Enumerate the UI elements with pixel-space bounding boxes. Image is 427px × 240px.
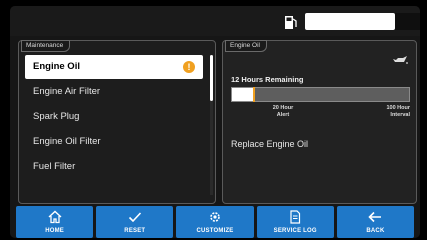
service-action: Replace Engine Oil xyxy=(231,139,309,149)
status-bar xyxy=(10,6,420,36)
list-item-label: Fuel Filter xyxy=(33,161,76,172)
service-log-button[interactable]: SERVICE LOG xyxy=(256,206,334,238)
progress-fill xyxy=(232,88,253,101)
detail-panel: Engine Oil 12 Hours Remaining 20 Hour Al… xyxy=(222,40,417,204)
list-item-label: Spark Plug xyxy=(33,111,80,122)
display-screen: Maintenance Engine Oil ! Engine Air Filt… xyxy=(10,6,420,238)
alert-threshold-text: Alert xyxy=(276,111,290,118)
fuel-level-field xyxy=(305,13,395,30)
back-button[interactable]: BACK xyxy=(336,206,415,238)
alert-threshold-label: 20 Hour Alert xyxy=(263,105,303,118)
list-item-label: Engine Oil xyxy=(33,61,80,72)
list-item-engine-air-filter[interactable]: Engine Air Filter xyxy=(25,80,203,104)
maintenance-panel: Maintenance Engine Oil ! Engine Air Filt… xyxy=(18,40,216,204)
list-item-fuel-filter[interactable]: Fuel Filter xyxy=(25,155,203,179)
service-progress-bar xyxy=(231,87,410,102)
oil-can-icon xyxy=(393,56,408,64)
fuel-pump-icon xyxy=(285,16,297,29)
gear-icon xyxy=(210,212,220,222)
list-item-spark-plug[interactable]: Spark Plug xyxy=(25,105,203,129)
back-label: BACK xyxy=(366,228,385,234)
list-item-engine-oil[interactable]: Engine Oil ! xyxy=(25,55,203,79)
detail-panel-title: Engine Oil xyxy=(225,40,267,52)
interval-label: 100 Hour Interval xyxy=(370,105,410,118)
list-item-label: Engine Oil Filter xyxy=(33,136,101,147)
document-icon xyxy=(290,210,301,224)
scrollbar[interactable] xyxy=(210,55,213,195)
home-label: HOME xyxy=(45,228,64,234)
reset-button[interactable]: RESET xyxy=(96,206,174,238)
home-button[interactable]: HOME xyxy=(16,206,94,238)
customize-button[interactable]: CUSTOMIZE xyxy=(176,206,254,238)
service-log-label: SERVICE LOG xyxy=(273,228,317,234)
alert-icon: ! xyxy=(183,61,195,73)
interval-text: Interval xyxy=(390,111,410,118)
maintenance-list: Engine Oil ! Engine Air Filter Spark Plu… xyxy=(25,55,203,180)
reset-label: RESET xyxy=(124,228,146,234)
customize-label: CUSTOMIZE xyxy=(196,228,234,234)
hours-remaining: 12 Hours Remaining xyxy=(231,75,304,84)
list-item-engine-oil-filter[interactable]: Engine Oil Filter xyxy=(25,130,203,154)
checkmark-icon xyxy=(128,212,141,223)
alert-marker xyxy=(253,87,255,102)
maintenance-panel-title: Maintenance xyxy=(21,40,71,52)
status-bar-end xyxy=(395,13,420,30)
back-arrow-icon xyxy=(368,211,382,223)
list-item-label: Engine Air Filter xyxy=(33,86,101,97)
scrollbar-thumb[interactable] xyxy=(210,55,213,101)
bottom-nav: HOME RESET CUSTOMIZE SERVICE LOG BACK xyxy=(10,206,420,238)
home-icon xyxy=(48,210,62,224)
